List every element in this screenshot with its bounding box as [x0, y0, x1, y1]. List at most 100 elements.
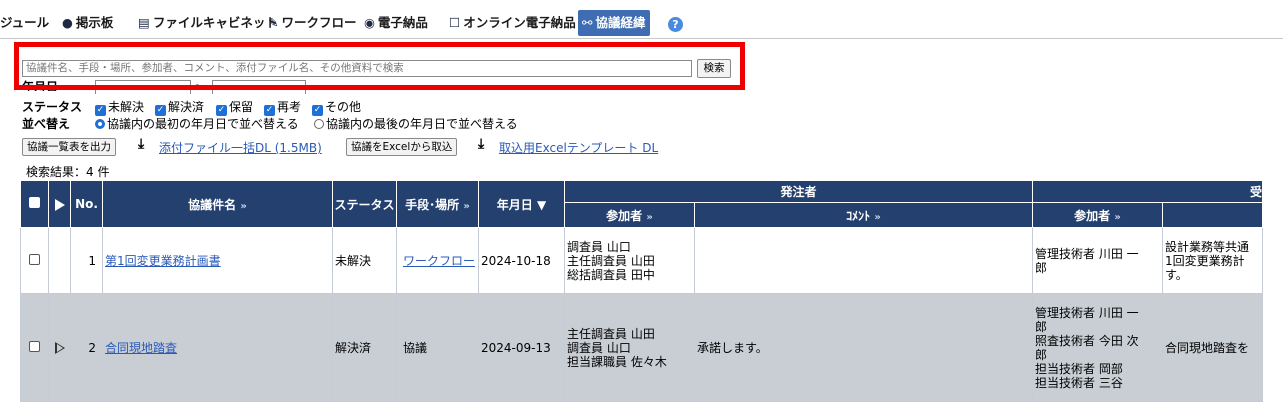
row-checkbox[interactable]	[29, 253, 40, 265]
template-download-link[interactable]: 取込用Excelテンプレート DL	[499, 139, 658, 156]
status-option-resolved[interactable]: ✓ 解決済	[155, 98, 204, 116]
participant-line: 調査員 山口	[567, 340, 631, 355]
status-option-unresolved[interactable]: ✓ 未解決	[95, 98, 144, 116]
sort-option-first-date[interactable]: 協議内の最初の年月日で並べ替える	[95, 115, 299, 132]
row-status: 未解決	[332, 227, 397, 294]
expand-column-icon: »	[240, 200, 247, 212]
help-icon[interactable]: ?	[668, 17, 683, 32]
header-receiver-comment	[1162, 202, 1263, 228]
expand-column-icon: »	[1114, 211, 1121, 223]
participant-line: 管理技術者 川田 一	[1035, 246, 1139, 261]
nav-bulletin[interactable]: ● 掲示板	[62, 10, 113, 36]
nav-e-delivery[interactable]: ◉ 電子納品	[364, 10, 428, 36]
header-date[interactable]: 年月日 ▼	[478, 180, 565, 228]
nav-online-e-delivery[interactable]: ☐ オンライン電子納品	[449, 10, 576, 36]
row-method-cell[interactable]: ワークフロー	[396, 227, 479, 294]
sort-option-label: 協議内の最初の年月日で並べ替える	[107, 117, 299, 131]
highlight-box	[14, 42, 745, 90]
nav-workflow[interactable]: ✎ ワークフロー	[268, 10, 357, 36]
row-no: 1	[70, 227, 103, 294]
header-participants-label: 参加者	[1074, 208, 1111, 223]
row-select-cell[interactable]	[20, 227, 49, 294]
expand-column-icon: »	[646, 211, 653, 223]
expand-all-header[interactable]	[48, 180, 71, 228]
participant-line: 総括調査員 田中	[567, 267, 655, 282]
participant-line: 担当課職員 佐々木	[567, 354, 667, 369]
header-status: ステータス	[332, 180, 397, 228]
status-label: ステータス	[22, 100, 83, 114]
header-comment[interactable]: ｺﾒﾝﾄ »	[694, 202, 1033, 228]
result-count: 検索結果：4 件	[26, 165, 110, 179]
nav-file-cabinet-label: ファイルキャビネット	[152, 15, 278, 30]
participant-line: 郎	[1035, 347, 1048, 362]
table-row[interactable]: 1 第1回変更業務計画書 未解決 ワークフロー 2024-10-18 調査員 山…	[20, 227, 1263, 294]
header-receiver-participants[interactable]: 参加者 »	[1032, 202, 1163, 228]
row-checkbox[interactable]	[29, 340, 40, 352]
row-title-cell[interactable]: 第1回変更業務計画書	[102, 227, 333, 294]
row-status: 解決済	[332, 293, 397, 402]
radio-empty-icon	[314, 119, 324, 129]
status-option-label: 解決済	[168, 100, 205, 114]
status-option-reconsider[interactable]: ✓ 再考	[264, 98, 301, 116]
cabinet-icon: ▤	[138, 15, 150, 30]
bulk-download-link[interactable]: 添付ファイル一括DL (1.5MB)	[159, 139, 322, 156]
expand-triangle-icon[interactable]	[54, 342, 65, 354]
row-issuer-participants: 主任調査員 山田 調査員 山口 担当課職員 佐々木	[564, 293, 695, 402]
expand-column-icon: »	[463, 200, 470, 212]
participant-line: 照査技術者 今田 次	[1035, 333, 1139, 348]
header-issuer: 発注者	[564, 180, 1033, 203]
row-no: 2	[70, 293, 103, 402]
bulk-download-label: 添付ファイル一括DL (1.5MB)	[159, 141, 322, 155]
header-issuer-participants[interactable]: 参加者 »	[564, 202, 695, 228]
participant-line: 主任調査員 山田	[567, 253, 655, 268]
nav-schedule[interactable]: ジュール	[0, 10, 49, 36]
expand-column-icon: »	[874, 211, 881, 223]
expand-all-triangle-icon[interactable]	[54, 198, 65, 211]
row-select-cell[interactable]	[20, 293, 49, 402]
download-icon: ⤓	[138, 136, 145, 152]
status-option-label: 保留	[229, 100, 254, 114]
download-icon: ⤓	[478, 136, 485, 152]
comment-line: す。	[1165, 267, 1188, 282]
sort-label: 並べ替え	[22, 117, 71, 131]
comment-line: 設計業務等共通	[1165, 239, 1250, 254]
nav-consultation-history[interactable]: ⚯ 協議経緯	[578, 10, 650, 36]
import-excel-button[interactable]: 協議をExcelから取込	[346, 138, 458, 156]
row-receiver-comment: 合同現地踏査を	[1162, 293, 1263, 402]
row-method-link[interactable]: ワークフロー	[403, 254, 475, 268]
header-no: No.	[70, 180, 103, 228]
export-list-button[interactable]: 協議一覧表を出力	[22, 138, 116, 156]
row-title-cell[interactable]: 合同現地踏査	[102, 293, 333, 402]
row-title-link[interactable]: 第1回変更業務計画書	[105, 254, 221, 268]
consultation-table: No. 協議件名 » ステータス 手段･場所 » 年月日 ▼ 発注者 受 参加者…	[20, 180, 1263, 402]
row-issuer-participants: 調査員 山口 主任調査員 山田 総括調査員 田中	[564, 227, 695, 294]
sort-option-last-date[interactable]: 協議内の最後の年月日で並べ替える	[314, 115, 518, 132]
radio-target-icon: ◉	[364, 15, 375, 30]
select-all-header[interactable]	[20, 180, 49, 228]
row-method: 協議	[396, 293, 479, 402]
row-title-link[interactable]: 合同現地踏査	[105, 341, 177, 355]
header-method-label: 手段･場所	[405, 197, 460, 212]
status-option-label: 再考	[277, 100, 302, 114]
nav-file-cabinet[interactable]: ▤ ファイルキャビネット	[138, 10, 278, 36]
row-date: 2024-10-18	[478, 227, 565, 294]
people-icon: ●	[62, 15, 73, 30]
header-receiver: 受	[1032, 180, 1263, 203]
status-option-pending[interactable]: ✓ 保留	[216, 98, 253, 116]
select-all-checkbox[interactable]	[29, 197, 40, 208]
nav-consultation-history-label: 協議経緯	[595, 15, 646, 30]
participant-line: 主任調査員 山田	[567, 326, 655, 341]
participant-line: 調査員 山口	[567, 239, 631, 254]
status-option-other[interactable]: ✓ その他	[312, 98, 361, 116]
participant-line: 郎	[1035, 260, 1048, 275]
edit-icon: ✎	[268, 15, 279, 30]
table-row[interactable]: 2 合同現地踏査 解決済 協議 2024-09-13 主任調査員 山田 調査員 …	[20, 293, 1263, 402]
header-method[interactable]: 手段･場所 »	[396, 180, 479, 228]
header-title[interactable]: 協議件名 »	[102, 180, 333, 228]
row-expand-cell[interactable]	[48, 293, 71, 402]
network-icon: ⚯	[582, 15, 593, 30]
header-title-label: 協議件名	[188, 197, 237, 212]
comment-line: 1回変更業務計	[1165, 253, 1245, 268]
row-date: 2024-09-13	[478, 293, 565, 402]
nav-workflow-label: ワークフロー	[281, 15, 357, 30]
